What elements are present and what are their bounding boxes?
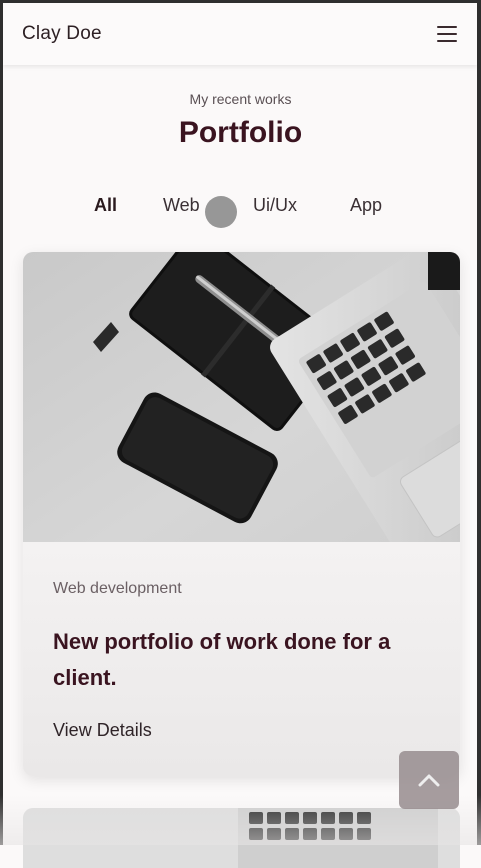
- portfolio-card-body: Web development New portfolio of work do…: [23, 542, 460, 776]
- filter-uiux[interactable]: Ui/Ux: [253, 195, 297, 216]
- filter-app[interactable]: App: [350, 195, 382, 216]
- card-title: New portfolio of work done for a client.: [53, 629, 391, 690]
- section-title: Portfolio: [178, 116, 303, 149]
- section-subtitle: My recent works: [189, 91, 292, 107]
- brand-name[interactable]: Clay Doe: [22, 23, 102, 45]
- portfolio-card: Web development New portfolio of work do…: [23, 252, 460, 776]
- hamburger-menu-icon[interactable]: [437, 26, 457, 42]
- filter-all[interactable]: All: [94, 195, 117, 216]
- top-navbar: Clay Doe: [3, 3, 477, 65]
- portfolio-filters: All Web Ui/Ux App: [0, 195, 481, 219]
- touch-cursor-indicator: [205, 196, 237, 228]
- card-category: Web development: [53, 580, 182, 597]
- chevron-up-icon: [418, 774, 440, 787]
- scroll-to-top-button[interactable]: [399, 751, 459, 809]
- view-details-link[interactable]: View Details: [53, 720, 152, 741]
- portfolio-card-next[interactable]: [23, 808, 460, 868]
- filter-web[interactable]: Web: [163, 195, 200, 216]
- portfolio-card-image[interactable]: [23, 252, 460, 595]
